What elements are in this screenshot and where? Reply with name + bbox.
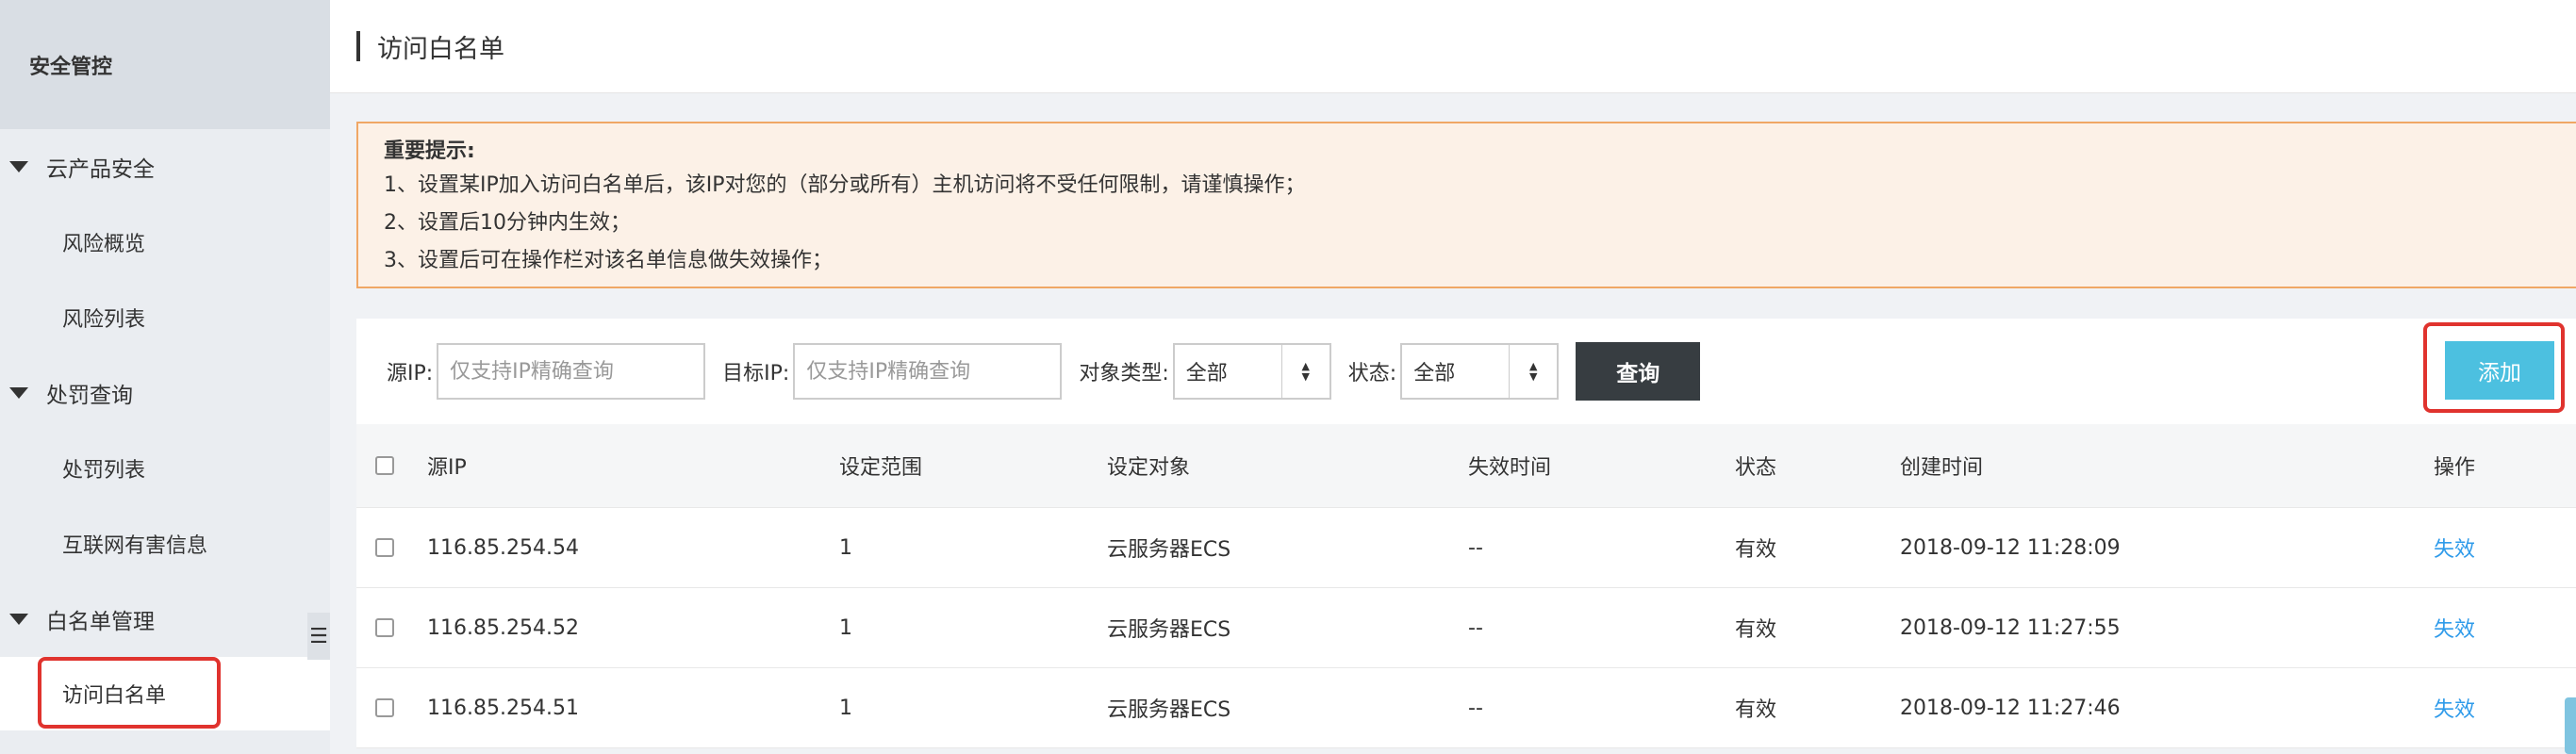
status-select[interactable]: 全部 ▲ ▼ [1400,343,1560,400]
column-header: 设定对象 [1107,456,1191,480]
title-marker [356,31,360,61]
sidebar-group-whitelist[interactable]: 白名单管理 [0,582,330,657]
feedback-tab[interactable] [2565,697,2576,754]
highlight-outline [38,657,221,729]
sidebar-item-risk-list[interactable]: 风险列表 [0,280,330,355]
source-ip-input[interactable] [437,343,706,400]
caret-down-icon [9,387,28,399]
page-header: 访问白名单 [330,0,2576,93]
cell-range: 1 [839,535,852,560]
invalidate-link[interactable]: 失效 [2434,613,2475,643]
caret-down-icon [9,614,28,625]
cell-source-ip: 116.85.254.54 [427,535,579,560]
notice-line: 3、设置后可在操作栏对该名单信息做失效操作； [384,249,833,272]
cell-created: 2018-09-12 11:28:09 [1900,535,2121,560]
sidebar-header: 安全管控 [0,0,330,129]
column-header: 状态 [1735,456,1777,480]
page-title: 访问白名单 [377,34,504,64]
object-type-label: 对象类型: [1079,362,1169,385]
column-header: 创建时间 [1900,456,1984,480]
row-checkbox[interactable] [375,538,394,557]
invalidate-link[interactable]: 失效 [2434,693,2475,723]
sidebar-collapse-icon[interactable]: ☰ [307,613,330,660]
table-row: 116.85.254.52 1 云服务器ECS -- 有效 2018-09-12… [356,588,2576,668]
sidebar-group-label: 白名单管理 [46,610,155,634]
sidebar-group-cloud-security[interactable]: 云产品安全 [0,129,330,205]
column-header: 失效时间 [1468,456,1552,480]
cell-status: 有效 [1735,698,1777,722]
sidebar-group-label: 云产品安全 [46,157,155,182]
select-arrows-icon: ▲ ▼ [1509,345,1557,398]
cell-object: 云服务器ECS [1107,618,1231,642]
filter-bar: 源IP: 目标IP: 对象类型: 全部 ▲▼ 状态: 全部 ▲▼ 查询 [356,319,2576,424]
sidebar-item-risk-overview[interactable]: 风险概览 [0,205,330,280]
row-checkbox[interactable] [375,618,394,637]
cell-expire: -- [1468,696,1483,720]
notice-line: 1、设置某IP加入访问白名单后，该IP对您的（部分或所有）主机访问将不受任何限制… [384,173,1306,197]
notice-line: 2、设置后10分钟内生效； [384,211,631,235]
invalidate-link[interactable]: 失效 [2434,533,2475,563]
table-row: 116.85.254.51 1 云服务器ECS -- 有效 2018-09-12… [356,668,2576,748]
cell-created: 2018-09-12 11:27:55 [1900,615,2121,640]
object-type-value: 全部 [1185,362,1228,385]
important-notice: 重要提示: 1、设置某IP加入访问白名单后，该IP对您的（部分或所有）主机访问将… [356,122,2576,288]
cell-expire: -- [1468,615,1483,640]
column-header: 设定范围 [839,456,923,480]
add-button[interactable]: 添加 [2445,341,2554,400]
status-value: 全部 [1413,362,1456,385]
cell-status: 有效 [1735,618,1777,642]
select-all-checkbox[interactable] [375,456,394,475]
sidebar-group-label: 处罚查询 [46,384,133,408]
column-header: 操作 [2434,456,2476,480]
table-row: 116.85.254.54 1 云服务器ECS -- 有效 2018-09-12… [356,508,2576,588]
object-type-select[interactable]: 全部 ▲ ▼ [1172,343,1331,400]
notice-title: 重要提示: [384,139,475,163]
cell-source-ip: 116.85.254.51 [427,696,579,720]
cell-created: 2018-09-12 11:27:46 [1900,696,2121,720]
cell-expire: -- [1468,535,1483,560]
cell-range: 1 [839,696,852,720]
cell-range: 1 [839,615,852,640]
cell-object: 云服务器ECS [1107,538,1231,562]
cell-source-ip: 116.85.254.52 [427,615,579,640]
sidebar-item-harmful-info[interactable]: 互联网有害信息 [0,506,330,582]
status-label: 状态: [1347,362,1397,385]
cell-object: 云服务器ECS [1107,698,1231,722]
cell-status: 有效 [1735,538,1777,562]
column-header: 源IP [427,456,467,480]
target-ip-label: 目标IP: [722,362,790,385]
target-ip-input[interactable] [793,343,1063,400]
query-button[interactable]: 查询 [1576,342,1701,401]
row-checkbox[interactable] [375,698,394,717]
table-header: 源IP 设定范围 设定对象 失效时间 状态 创建时间 操作 [356,424,2576,508]
sidebar-item-penalty-list[interactable]: 处罚列表 [0,431,330,506]
select-arrows-icon: ▲ ▼ [1280,345,1329,398]
sidebar: 安全管控 云产品安全 风险概览 风险列表 处罚查询 处罚列表 互联网有害信息 白… [0,0,330,754]
whitelist-table: 源IP 设定范围 设定对象 失效时间 状态 创建时间 操作 116.85.254… [356,424,2576,748]
caret-down-icon [9,161,28,172]
source-ip-label: 源IP: [387,362,434,385]
sidebar-group-penalty-query[interactable]: 处罚查询 [0,355,330,431]
